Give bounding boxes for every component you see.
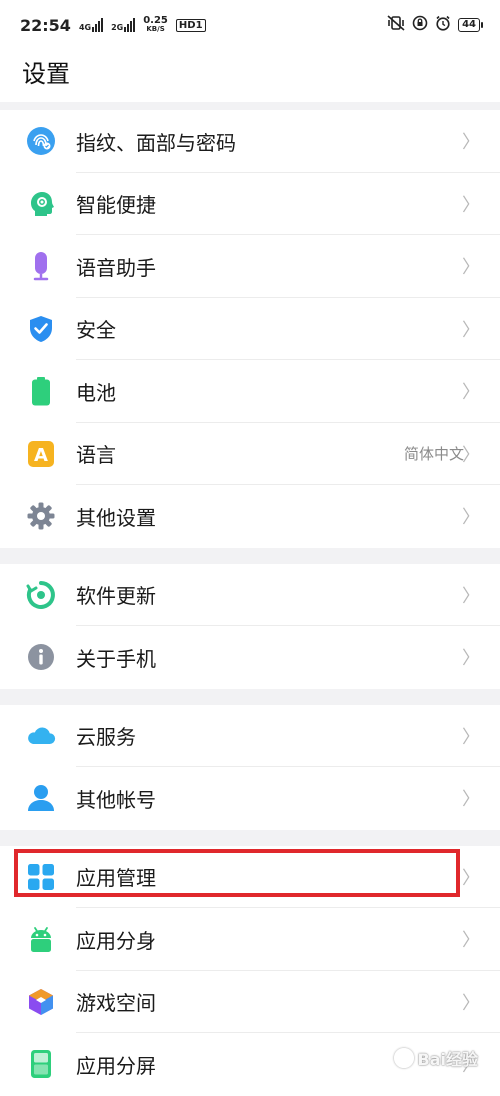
status-time: 22:54 bbox=[20, 16, 71, 35]
settings-row-label: 语言 bbox=[76, 439, 116, 468]
settings-row[interactable]: 其他设置 〉 bbox=[0, 485, 500, 548]
split-screen-icon bbox=[26, 1049, 56, 1079]
info-icon bbox=[26, 642, 56, 672]
signal-bars-icon bbox=[92, 18, 103, 32]
chevron-right-icon: 〉 bbox=[462, 723, 480, 749]
status-bar: 22:54 4G 2G 0.25 KB/S HD1 44 bbox=[0, 0, 500, 50]
settings-row-label: 安全 bbox=[76, 314, 116, 343]
lock-rotation-icon bbox=[412, 15, 428, 35]
settings-row[interactable]: 软件更新 〉 bbox=[0, 564, 500, 627]
chevron-right-icon: 〉 bbox=[462, 785, 480, 811]
settings-list: 指纹、面部与密码〉智能便捷〉语音助手〉安全〉电池〉A语言简体中文〉其他设置〉软件… bbox=[0, 102, 500, 1096]
watermark: Bai经验 bbox=[394, 1046, 478, 1070]
settings-row[interactable]: A 语言 简体中文〉 bbox=[0, 423, 500, 486]
settings-row-label: 云服务 bbox=[76, 721, 136, 750]
chevron-right-icon: 〉 bbox=[462, 503, 480, 529]
chevron-right-icon: 〉 bbox=[462, 378, 480, 404]
chevron-right-icon: 〉 bbox=[462, 926, 480, 952]
chevron-right-icon: 〉 bbox=[462, 253, 480, 279]
settings-row-label: 指纹、面部与密码 bbox=[76, 127, 236, 156]
hd-icon: HD1 bbox=[176, 19, 206, 32]
net-speed: 0.25 KB/S bbox=[143, 16, 168, 34]
settings-row[interactable]: 电池 〉 bbox=[0, 360, 500, 423]
signal-bars-icon bbox=[124, 18, 135, 32]
settings-row[interactable]: 云服务 〉 bbox=[0, 705, 500, 768]
cloud-icon bbox=[26, 721, 56, 751]
settings-row-label: 游戏空间 bbox=[76, 987, 156, 1016]
gear-icon bbox=[26, 501, 56, 531]
language-icon: A bbox=[26, 439, 56, 469]
net-speed-unit: KB/S bbox=[146, 25, 164, 34]
android-icon bbox=[26, 924, 56, 954]
settings-row-label: 软件更新 bbox=[76, 580, 156, 609]
settings-row[interactable]: 应用管理 〉 bbox=[0, 846, 500, 909]
alarm-icon bbox=[435, 15, 451, 35]
section-gap bbox=[0, 830, 500, 846]
apps-grid-icon bbox=[26, 862, 56, 892]
settings-row-label: 应用管理 bbox=[76, 862, 156, 891]
settings-row[interactable]: 游戏空间 〉 bbox=[0, 971, 500, 1034]
settings-row-label: 应用分身 bbox=[76, 925, 156, 954]
chevron-right-icon: 〉 bbox=[462, 441, 480, 467]
network-type-2: 2G bbox=[111, 23, 123, 32]
settings-row-label: 智能便捷 bbox=[76, 189, 156, 218]
settings-row[interactable]: 关于手机 〉 bbox=[0, 626, 500, 689]
chevron-right-icon: 〉 bbox=[462, 864, 480, 890]
settings-row-label: 其他帐号 bbox=[76, 784, 156, 813]
watermark-text: Bai经验 bbox=[418, 1046, 478, 1070]
baidu-paw-icon bbox=[394, 1048, 414, 1068]
svg-text:A: A bbox=[34, 445, 48, 466]
smart-assist-icon bbox=[26, 189, 56, 219]
chevron-right-icon: 〉 bbox=[462, 191, 480, 217]
settings-row-label: 其他设置 bbox=[76, 502, 156, 531]
settings-row[interactable]: 其他帐号 〉 bbox=[0, 767, 500, 830]
person-icon bbox=[26, 783, 56, 813]
settings-row-label: 语音助手 bbox=[76, 252, 156, 281]
network-type-1: 4G bbox=[79, 23, 91, 32]
game-cube-icon bbox=[26, 987, 56, 1017]
settings-row-value: 简体中文 bbox=[404, 443, 464, 464]
chevron-right-icon: 〉 bbox=[462, 128, 480, 154]
vibrate-icon bbox=[387, 15, 405, 35]
shield-icon bbox=[26, 314, 56, 344]
chevron-right-icon: 〉 bbox=[462, 582, 480, 608]
settings-row[interactable]: 安全 〉 bbox=[0, 298, 500, 361]
page-title: 设置 bbox=[22, 54, 70, 89]
status-right: 44 bbox=[387, 15, 480, 35]
chevron-right-icon: 〉 bbox=[462, 316, 480, 342]
settings-row-label: 电池 bbox=[76, 377, 116, 406]
status-left: 22:54 4G 2G 0.25 KB/S HD1 bbox=[20, 16, 206, 35]
signal-2: 2G bbox=[111, 18, 135, 32]
battery-indicator: 44 bbox=[458, 18, 480, 32]
fingerprint-icon bbox=[26, 126, 56, 156]
section-gap bbox=[0, 548, 500, 564]
section-gap bbox=[0, 689, 500, 705]
settings-row[interactable]: 语音助手 〉 bbox=[0, 235, 500, 298]
update-icon bbox=[26, 580, 56, 610]
microphone-icon bbox=[26, 251, 56, 281]
chevron-right-icon: 〉 bbox=[462, 644, 480, 670]
settings-row[interactable]: 智能便捷 〉 bbox=[0, 173, 500, 236]
signal-1: 4G bbox=[79, 18, 103, 32]
section-gap bbox=[0, 102, 500, 110]
net-speed-value: 0.25 bbox=[143, 16, 168, 25]
settings-row-label: 应用分屏 bbox=[76, 1050, 156, 1079]
settings-row[interactable]: 应用分身 〉 bbox=[0, 908, 500, 971]
settings-row-label: 关于手机 bbox=[76, 643, 156, 672]
chevron-right-icon: 〉 bbox=[462, 989, 480, 1015]
battery-icon bbox=[26, 376, 56, 406]
settings-row[interactable]: 指纹、面部与密码 〉 bbox=[0, 110, 500, 173]
